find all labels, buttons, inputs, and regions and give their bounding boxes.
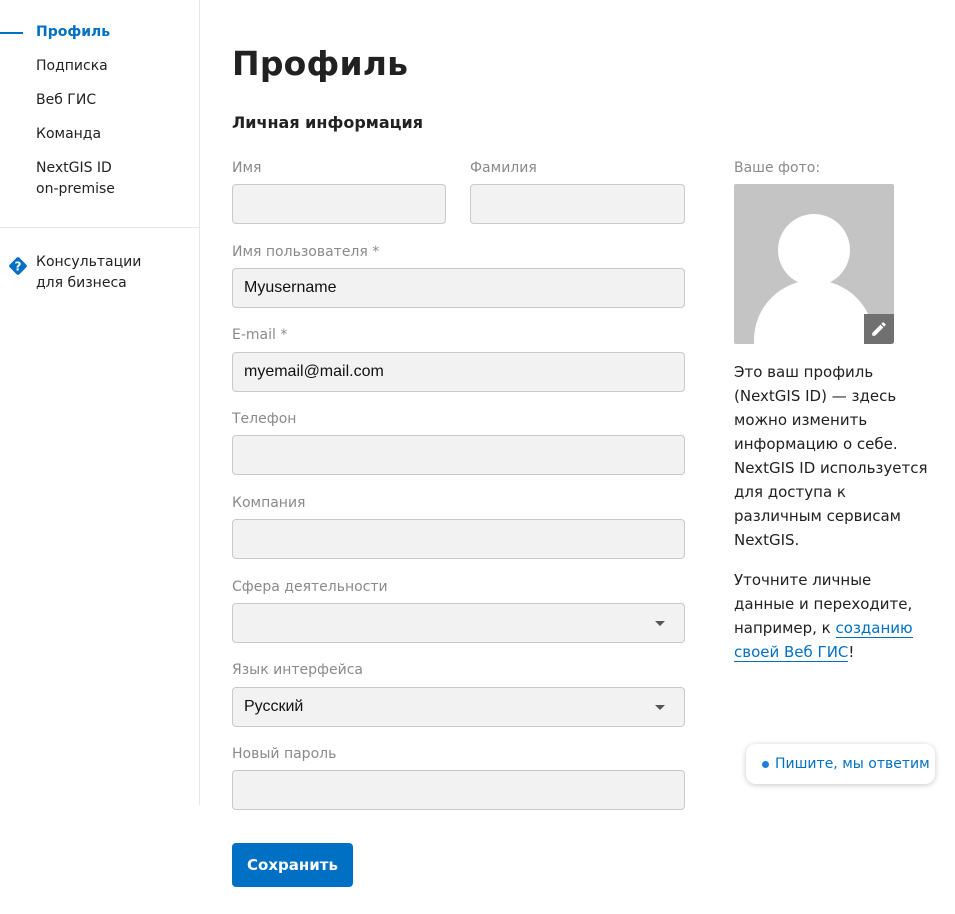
first-name-field[interactable] xyxy=(232,184,446,224)
email-label: E-mail * xyxy=(232,327,288,343)
sphere-label: Сфера деятельности xyxy=(232,579,388,595)
company-label: Компания xyxy=(232,495,306,511)
consult-label: Консультации xyxy=(36,254,142,270)
avatar-placeholder-body xyxy=(754,280,874,344)
email-input[interactable] xyxy=(244,353,673,391)
sphere-select[interactable] xyxy=(232,603,685,643)
sidebar-divider xyxy=(0,227,199,228)
chat-label: Пишите, мы ответим xyxy=(775,756,930,772)
question-diamond-icon: ? xyxy=(9,257,27,275)
sidebar-item-subscription[interactable]: Подписка xyxy=(0,56,199,77)
profile-info: Это ваш профиль (NextGIS ID) — здесь мож… xyxy=(734,360,934,664)
chevron-down-icon xyxy=(655,705,665,710)
last-name-input[interactable] xyxy=(482,185,673,223)
info-paragraph: Это ваш профиль (NextGIS ID) — здесь мож… xyxy=(734,363,928,549)
section-title: Личная информация xyxy=(232,113,423,132)
password-input[interactable] xyxy=(244,771,673,809)
password-label: Новый пароль xyxy=(232,746,337,762)
online-dot-icon xyxy=(762,761,769,768)
username-input[interactable] xyxy=(244,269,673,307)
consult-label: для бизнеса xyxy=(36,275,127,291)
sidebar-item-team[interactable]: Команда xyxy=(0,124,199,145)
pencil-icon xyxy=(872,322,886,336)
phone-field[interactable] xyxy=(232,435,685,475)
phone-input[interactable] xyxy=(244,436,673,474)
language-select[interactable]: Русский xyxy=(232,687,685,727)
language-select-value: Русский xyxy=(244,698,304,715)
username-label: Имя пользователя * xyxy=(232,244,380,260)
edit-photo-button[interactable] xyxy=(864,314,894,344)
company-input[interactable] xyxy=(244,520,673,558)
sidebar-item-webgis[interactable]: Веб ГИС xyxy=(0,90,199,111)
first-name-input[interactable] xyxy=(244,185,434,223)
chevron-down-icon xyxy=(655,621,665,626)
page-title: Профиль xyxy=(232,44,409,83)
language-label: Язык интерфейса xyxy=(232,662,363,678)
photo-label: Ваше фото: xyxy=(734,160,821,176)
sidebar-item-profile[interactable]: Профиль xyxy=(0,22,199,43)
info-text: ! xyxy=(848,643,855,661)
avatar-placeholder-head xyxy=(778,214,850,286)
sidebar-item-consultations[interactable]: ? Консультации для бизнеса xyxy=(0,252,199,294)
svg-text:?: ? xyxy=(15,260,22,274)
sidebar-item-label: on-premise xyxy=(36,181,115,197)
phone-label: Телефон xyxy=(232,411,297,427)
sidebar-item-label: NextGIS ID xyxy=(36,160,112,176)
sidebar-nav: Профиль Подписка Веб ГИС Команда NextGIS… xyxy=(0,22,199,213)
chat-widget-button[interactable]: Пишите, мы ответим xyxy=(746,744,935,784)
sidebar-item-on-premise[interactable]: NextGIS ID on-premise xyxy=(0,158,199,200)
company-field[interactable] xyxy=(232,519,685,559)
username-field[interactable] xyxy=(232,268,685,308)
first-name-label: Имя xyxy=(232,160,262,176)
sidebar: Профиль Подписка Веб ГИС Команда NextGIS… xyxy=(0,0,200,805)
last-name-field[interactable] xyxy=(470,184,685,224)
password-field[interactable] xyxy=(232,770,685,810)
save-button[interactable]: Сохранить xyxy=(232,843,353,887)
last-name-label: Фамилия xyxy=(470,160,537,176)
email-field[interactable] xyxy=(232,352,685,392)
info-paragraph: Уточните личные данные и переходите, нап… xyxy=(734,568,934,664)
